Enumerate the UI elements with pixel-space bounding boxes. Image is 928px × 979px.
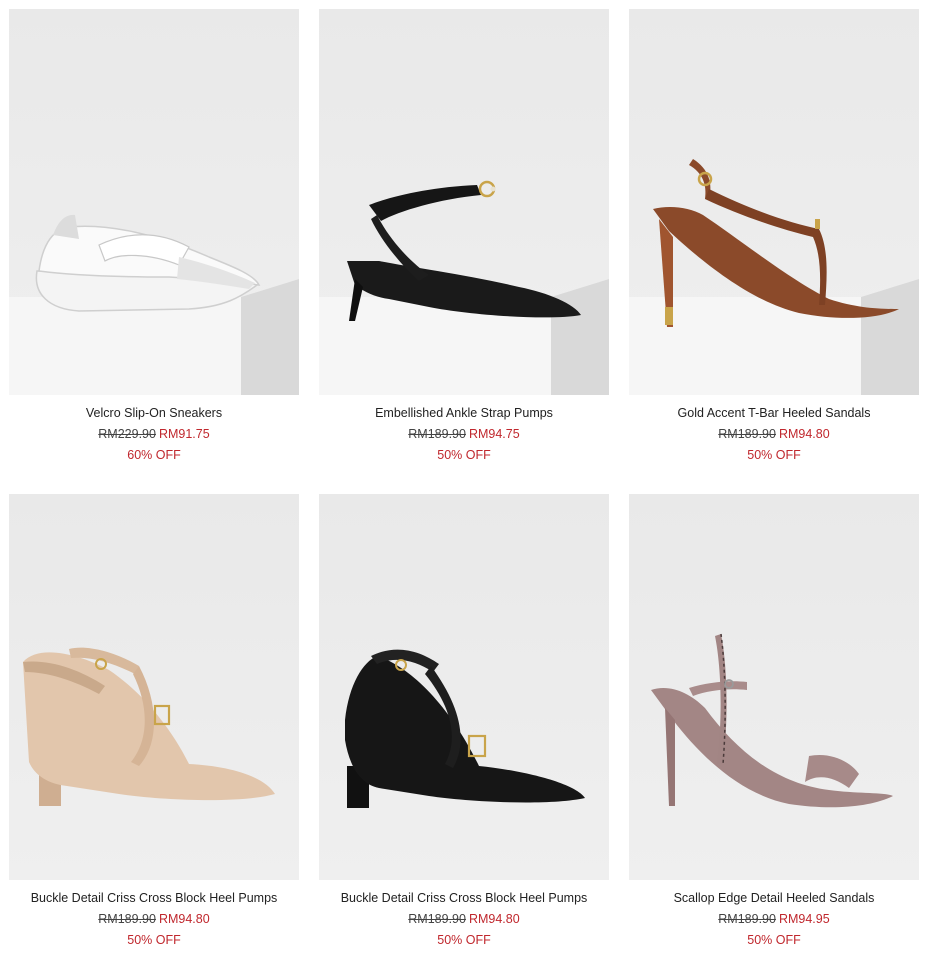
original-price: RM189.90 [408,912,466,926]
discount-label: 50% OFF [437,933,491,947]
product-image-white-sneaker[interactable] [9,9,299,395]
sale-price: RM94.95 [778,912,830,926]
discount-label: 50% OFF [437,448,491,462]
product-name[interactable]: Scallop Edge Detail Heeled Sandals [629,888,919,909]
product-name[interactable]: Buckle Detail Criss Cross Block Heel Pum… [9,888,299,909]
sale-price: RM94.80 [778,427,830,441]
product-image-brown-t-bar-sandal[interactable] [629,9,919,395]
product-name[interactable]: Velcro Slip-On Sneakers [9,403,299,424]
product-name[interactable]: Embellished Ankle Strap Pumps [319,403,609,424]
product-image-black-block-heel-pump[interactable] [319,494,609,880]
original-price: RM189.90 [408,427,466,441]
product-card[interactable]: Buckle Detail Criss Cross Block Heel Pum… [319,494,609,979]
product-grid: Velcro Slip-On Sneakers RM229.90 RM91.75 … [9,9,921,979]
original-price: RM189.90 [718,912,776,926]
product-image-black-ankle-strap-pump[interactable] [319,9,609,395]
discount-label: 50% OFF [747,933,801,947]
product-card[interactable]: Buckle Detail Criss Cross Block Heel Pum… [9,494,299,979]
discount-label: 60% OFF [127,448,181,462]
price-line: RM189.90 RM94.75 [319,424,609,445]
sale-price: RM94.80 [158,912,210,926]
discount-label: 50% OFF [127,933,181,947]
product-card[interactable]: Embellished Ankle Strap Pumps RM189.90 RM… [319,9,609,494]
original-price: RM229.90 [98,427,156,441]
sale-price: RM94.75 [468,427,520,441]
sale-price: RM91.75 [158,427,210,441]
price-line: RM189.90 RM94.80 [9,909,299,930]
original-price: RM189.90 [98,912,156,926]
product-image-mauve-heeled-sandal[interactable] [629,494,919,880]
original-price: RM189.90 [718,427,776,441]
sale-price: RM94.80 [468,912,520,926]
price-line: RM189.90 RM94.95 [629,909,919,930]
product-name[interactable]: Buckle Detail Criss Cross Block Heel Pum… [319,888,609,909]
product-card[interactable]: Gold Accent T-Bar Heeled Sandals RM189.9… [629,9,919,494]
product-name[interactable]: Gold Accent T-Bar Heeled Sandals [629,403,919,424]
product-card[interactable]: Scallop Edge Detail Heeled Sandals RM189… [629,494,919,979]
product-image-nude-block-heel-pump[interactable] [9,494,299,880]
product-card[interactable]: Velcro Slip-On Sneakers RM229.90 RM91.75 … [9,9,299,494]
price-line: RM189.90 RM94.80 [629,424,919,445]
price-line: RM189.90 RM94.80 [319,909,609,930]
price-line: RM229.90 RM91.75 [9,424,299,445]
discount-label: 50% OFF [747,448,801,462]
